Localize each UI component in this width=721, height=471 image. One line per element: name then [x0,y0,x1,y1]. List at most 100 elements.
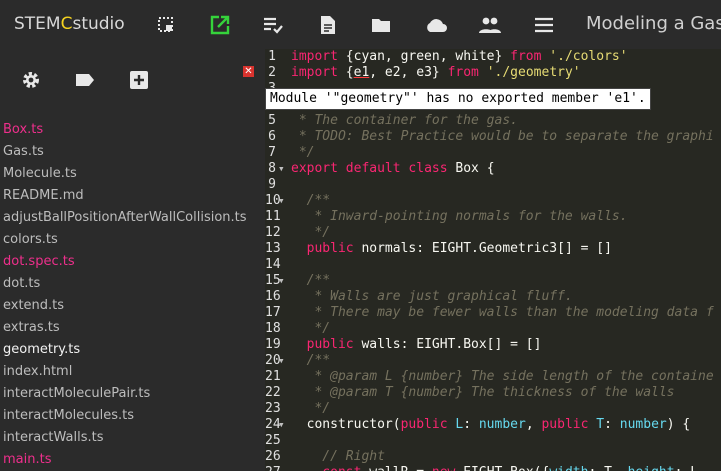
code-token: new [432,465,455,471]
code-line[interactable]: 16 * Walls are just graphical fluff. [265,289,721,305]
code-token: * The container for the gas. [291,113,518,128]
code-line[interactable]: 24 ▾ constructor(public L: number, public… [265,417,721,433]
launch-icon[interactable] [210,15,230,35]
code-token: */ [291,321,331,336]
file-item[interactable]: README.md [0,185,265,207]
code-line[interactable]: 23 */ [265,401,721,417]
file-item[interactable]: extras.ts [0,317,265,339]
file-item[interactable]: dot.ts [0,273,265,295]
code-token: import [291,65,338,80]
line-number: 15 [265,273,281,288]
code-text: public walls: EIGHT.Box[] = [] [291,337,542,353]
file-item[interactable]: Molecule.ts [0,163,265,185]
file-item[interactable]: extend.ts [0,295,265,317]
code-token: { [337,65,354,80]
code-line[interactable]: 14 [265,257,721,273]
fold-toggle-icon[interactable]: ▾ [278,273,285,289]
code-token: : T, [588,465,627,471]
file-item[interactable]: Box.ts [0,119,265,141]
app-brand[interactable]: STEMCstudio [14,14,125,34]
fold-toggle-icon[interactable]: ▾ [278,161,285,177]
file-item[interactable]: dot.spec.ts [0,251,265,273]
file-item[interactable]: Gas.ts [0,141,265,163]
error-marker-icon[interactable]: ✕ [243,66,254,77]
code-token: */ [291,225,331,240]
code-line[interactable]: 15 ▾ /** [265,273,721,289]
menu-icon[interactable] [534,15,554,35]
code-token: ) { [666,417,691,432]
code-text: * Walls are just graphical fluff. [291,289,573,305]
code-text: export default class Box { [291,161,495,177]
file-item[interactable]: interactMolecules.ts [0,405,265,427]
code-line[interactable]: 11 * Inward-pointing normals for the wal… [265,209,721,225]
fold-toggle-icon[interactable]: ▾ [278,193,285,209]
label-icon[interactable] [74,69,96,91]
code-editor[interactable]: 1 import {cyan, green, white} from './col… [265,49,721,471]
code-line[interactable]: 12 */ [265,225,721,241]
code-text: * There may be fewer walls than the mode… [291,305,713,321]
code-line[interactable]: 22 * @param T {number} The thickness of … [265,385,721,401]
line-number: 27 [265,465,281,471]
checklist-icon[interactable] [263,15,283,35]
code-token: './colors' [549,49,628,64]
code-token: T [596,417,605,432]
code-text: import {cyan, green, white} from './colo… [291,49,628,65]
code-token: public [400,417,448,432]
fold-toggle-icon[interactable]: ▾ [278,417,285,433]
code-line[interactable]: 13 public normals: EIGHT.Geometric3[] = … [265,241,721,257]
code-line[interactable]: 25 [265,433,721,449]
line-number: 21 [265,369,281,384]
code-text: constructor(public L: number, public T: … [291,417,691,433]
file-list: Box.ts Gas.ts Molecule.ts README.md adjustBa… [0,119,265,471]
code-text: * @param T {number} The thickness of the… [291,385,674,401]
code-token: import [291,49,338,64]
code-token: // Right [291,449,385,464]
code-line[interactable]: 17 * There may be fewer walls than the m… [265,305,721,321]
file-item[interactable]: adjustBallPositionAfterWallCollision.ts [0,207,265,229]
code-line[interactable]: 20 ▾ /** [265,353,721,369]
select-icon[interactable] [156,15,176,35]
code-token: public [291,241,354,256]
add-box-icon[interactable] [128,69,150,91]
code-line[interactable]: 8 ▾ export default class Box { [265,161,721,177]
code-line[interactable]: 18 */ [265,321,721,337]
code-text: */ [291,225,330,241]
code-line[interactable]: 21 * @param L {number} The side length o… [265,369,721,385]
file-explorer: Box.ts Gas.ts Molecule.ts README.md adjustBa… [0,49,265,471]
code-token: * Walls are just graphical fluff. [291,289,573,304]
code-line[interactable]: 27 const wallR = new EIGHT.Box({width: T… [265,465,721,471]
fold-toggle-icon[interactable]: ▾ [278,353,285,369]
code-token: from [447,65,479,80]
code-token: , [525,417,542,432]
code-line[interactable]: 19 public walls: EIGHT.Box[] = [] [265,337,721,353]
code-token: public [541,417,589,432]
code-token: , e2, e3} [369,65,448,80]
file-item[interactable]: geometry.ts [0,339,265,361]
cloud-icon[interactable] [424,15,448,35]
file-item[interactable]: interactWalls.ts [0,427,265,449]
code-token: e1 [353,65,370,80]
code-token: * @param L {number} The side length of t… [291,369,714,384]
code-line[interactable]: 2 import {e1, e2, e3} from './geometry' [265,65,721,81]
line-number: 5 [268,113,276,128]
file-item[interactable]: interactMoleculePair.ts [0,383,265,405]
people-icon[interactable] [479,15,501,35]
code-text: /** [291,273,331,289]
folder-icon[interactable] [371,15,391,35]
code-text: const wallR = new EIGHT.Box({width: T, h… [291,465,698,471]
gear-icon[interactable] [20,69,42,91]
code-line[interactable]: 9 [265,177,721,193]
code-line[interactable]: 7 */ [265,145,721,161]
code-line[interactable]: 1 import {cyan, green, white} from './col… [265,49,721,65]
file-item[interactable]: colors.ts [0,229,265,251]
code-line[interactable]: 10 ▾ /** [265,193,721,209]
code-text: public normals: EIGHT.Geometric3[] = [] [291,241,612,257]
code-line[interactable]: 6 * TODO: Best Practice would be to sepa… [265,129,721,145]
code-token: constructor( [291,417,401,432]
code-text: import {e1, e2, e3} from './geometry' [291,65,581,81]
code-line[interactable]: 5 * The container for the gas. [265,113,721,129]
code-line[interactable]: 26 // Right [265,449,721,465]
file-item[interactable]: index.html [0,361,265,383]
file-item[interactable]: main.ts [0,449,265,471]
document-icon[interactable] [318,15,338,35]
